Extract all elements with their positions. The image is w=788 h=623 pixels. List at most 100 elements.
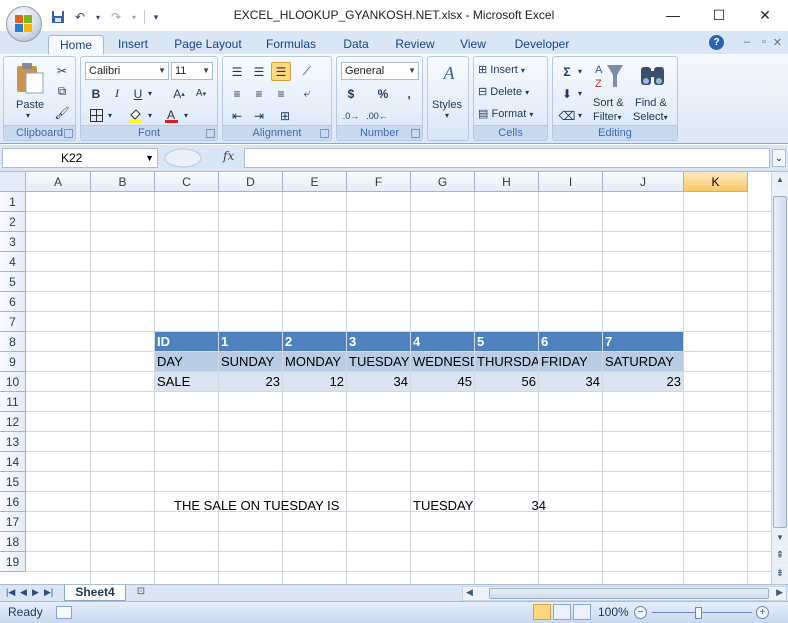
- font-name-combo[interactable]: Calibri ▼: [85, 62, 169, 80]
- table-cell-id[interactable]: 4: [411, 332, 474, 351]
- sheet-tab-sheet4[interactable]: Sheet4: [64, 585, 126, 601]
- row-header-1[interactable]: 1: [0, 192, 26, 212]
- align-center-icon[interactable]: ≡: [249, 84, 269, 103]
- find-select-label-2[interactable]: Select▾: [633, 111, 668, 123]
- align-left-icon[interactable]: ≡: [227, 84, 247, 103]
- normal-view-icon[interactable]: [533, 604, 551, 620]
- font-size-combo[interactable]: 11 ▼: [171, 62, 213, 80]
- zoom-out-icon[interactable]: −: [634, 606, 647, 619]
- insert-cells-button[interactable]: ⊞ Insert ▾: [478, 63, 525, 76]
- zoom-level[interactable]: 100%: [598, 605, 629, 619]
- styles-button[interactable]: Styles: [432, 99, 462, 111]
- next-sheet-icon[interactable]: ▶: [32, 587, 39, 598]
- shrink-font-icon[interactable]: A ▾: [191, 84, 211, 103]
- tab-formulas[interactable]: Formulas: [260, 35, 322, 54]
- row-header-9[interactable]: 9: [0, 352, 26, 372]
- row-header-16[interactable]: 16: [0, 492, 26, 512]
- number-launcher-icon[interactable]: [411, 129, 420, 138]
- table-cell-id[interactable]: ID: [155, 332, 218, 351]
- column-header-e[interactable]: E: [283, 172, 347, 192]
- column-header-j[interactable]: J: [603, 172, 684, 192]
- underline-dropdown-icon[interactable]: ▾: [145, 84, 155, 103]
- tab-data[interactable]: Data: [336, 35, 376, 54]
- insert-function-icon[interactable]: fx: [223, 149, 234, 163]
- row-header-7[interactable]: 7: [0, 312, 26, 332]
- column-header-k[interactable]: K: [684, 172, 748, 192]
- borders-icon[interactable]: [86, 106, 106, 125]
- column-header-i[interactable]: I: [539, 172, 603, 192]
- column-header-b[interactable]: B: [91, 172, 155, 192]
- select-all-button[interactable]: [0, 172, 26, 192]
- table-cell-day[interactable]: SUNDAY: [219, 352, 282, 371]
- fill-dropdown-icon[interactable]: ▾: [575, 84, 585, 103]
- page-layout-view-icon[interactable]: [553, 604, 571, 620]
- name-box[interactable]: K22 ▼: [2, 148, 158, 168]
- column-header-h[interactable]: H: [475, 172, 539, 192]
- help-icon[interactable]: ?: [709, 35, 724, 50]
- maximize-button[interactable]: ☐: [696, 0, 742, 30]
- zoom-slider-thumb[interactable]: [695, 607, 702, 619]
- page-break-view-icon[interactable]: [573, 604, 591, 620]
- table-cell-day[interactable]: FRIDAY: [539, 352, 602, 371]
- ribbon-restore-icon[interactable]: ▫: [762, 36, 766, 48]
- tab-insert[interactable]: Insert: [110, 35, 156, 54]
- font-color-icon[interactable]: A: [161, 106, 181, 125]
- italic-icon[interactable]: I: [107, 84, 127, 103]
- last-sheet-icon[interactable]: ▶|: [44, 587, 53, 598]
- table-cell-sale[interactable]: 23: [219, 372, 282, 391]
- sort-filter-icon[interactable]: AZ: [595, 61, 625, 91]
- find-select-label-1[interactable]: Find &: [635, 97, 667, 109]
- ribbon-minimize-icon[interactable]: –: [744, 36, 750, 48]
- grow-font-icon[interactable]: A ▴: [169, 84, 189, 103]
- table-cell-id[interactable]: 2: [283, 332, 346, 351]
- office-button[interactable]: [6, 6, 42, 42]
- paste-dropdown-icon[interactable]: ▾: [26, 111, 30, 120]
- number-format-combo[interactable]: General ▼: [341, 62, 419, 80]
- scroll-left-icon[interactable]: ◀: [466, 587, 473, 598]
- table-cell-id[interactable]: 1: [219, 332, 282, 351]
- table-cell-id[interactable]: 5: [475, 332, 538, 351]
- zoom-in-icon[interactable]: +: [756, 606, 769, 619]
- lookup-result-cell[interactable]: 34: [475, 496, 548, 516]
- table-cell-sale[interactable]: 34: [347, 372, 410, 391]
- align-middle-icon[interactable]: ☰: [249, 62, 269, 81]
- row-header-10[interactable]: 10: [0, 372, 26, 392]
- clipboard-launcher-icon[interactable]: [64, 129, 73, 138]
- tab-developer[interactable]: Developer: [508, 35, 576, 54]
- orientation-icon[interactable]: ⟋: [297, 62, 317, 81]
- table-cell-sale[interactable]: 34: [539, 372, 602, 391]
- scroll-up-icon[interactable]: ▲: [772, 172, 788, 188]
- cut-icon[interactable]: ✂: [52, 61, 72, 80]
- table-cell-day[interactable]: SATURDAY: [603, 352, 683, 371]
- increase-indent-icon[interactable]: ⇥: [249, 106, 269, 125]
- row-header-19[interactable]: 19: [0, 552, 26, 572]
- zoom-slider-track[interactable]: [652, 612, 752, 613]
- ribbon-close-icon[interactable]: ✕: [773, 36, 782, 49]
- row-header-4[interactable]: 4: [0, 252, 26, 272]
- currency-button[interactable]: $: [341, 84, 361, 103]
- tab-home[interactable]: Home: [48, 35, 104, 54]
- lookup-label-cell[interactable]: THE SALE ON TUESDAY IS: [172, 496, 408, 516]
- font-launcher-icon[interactable]: [206, 129, 215, 138]
- row-header-3[interactable]: 3: [0, 232, 26, 252]
- fill-color-icon[interactable]: [125, 106, 145, 125]
- column-header-c[interactable]: C: [155, 172, 219, 192]
- clear-icon[interactable]: ⌫: [557, 106, 577, 125]
- row-header-11[interactable]: 11: [0, 392, 26, 412]
- table-cell-sale[interactable]: 45: [411, 372, 474, 391]
- row-header-17[interactable]: 17: [0, 512, 26, 532]
- column-header-f[interactable]: F: [347, 172, 411, 192]
- row-header-18[interactable]: 18: [0, 532, 26, 552]
- column-header-g[interactable]: G: [411, 172, 475, 192]
- bold-icon[interactable]: B: [86, 84, 106, 103]
- minimize-button[interactable]: —: [650, 0, 696, 30]
- macro-record-icon[interactable]: [56, 606, 72, 619]
- fill-icon[interactable]: ⬇: [557, 84, 577, 103]
- column-header-d[interactable]: D: [219, 172, 283, 192]
- table-cell-id[interactable]: 7: [603, 332, 683, 351]
- comma-button[interactable]: ,: [399, 84, 419, 103]
- sort-filter-label-1[interactable]: Sort &: [593, 97, 624, 109]
- font-color-dropdown-icon[interactable]: ▾: [181, 106, 191, 125]
- row-header-13[interactable]: 13: [0, 432, 26, 452]
- vertical-scrollbar[interactable]: ▲ ▼ ⇞ ⇟: [771, 172, 788, 584]
